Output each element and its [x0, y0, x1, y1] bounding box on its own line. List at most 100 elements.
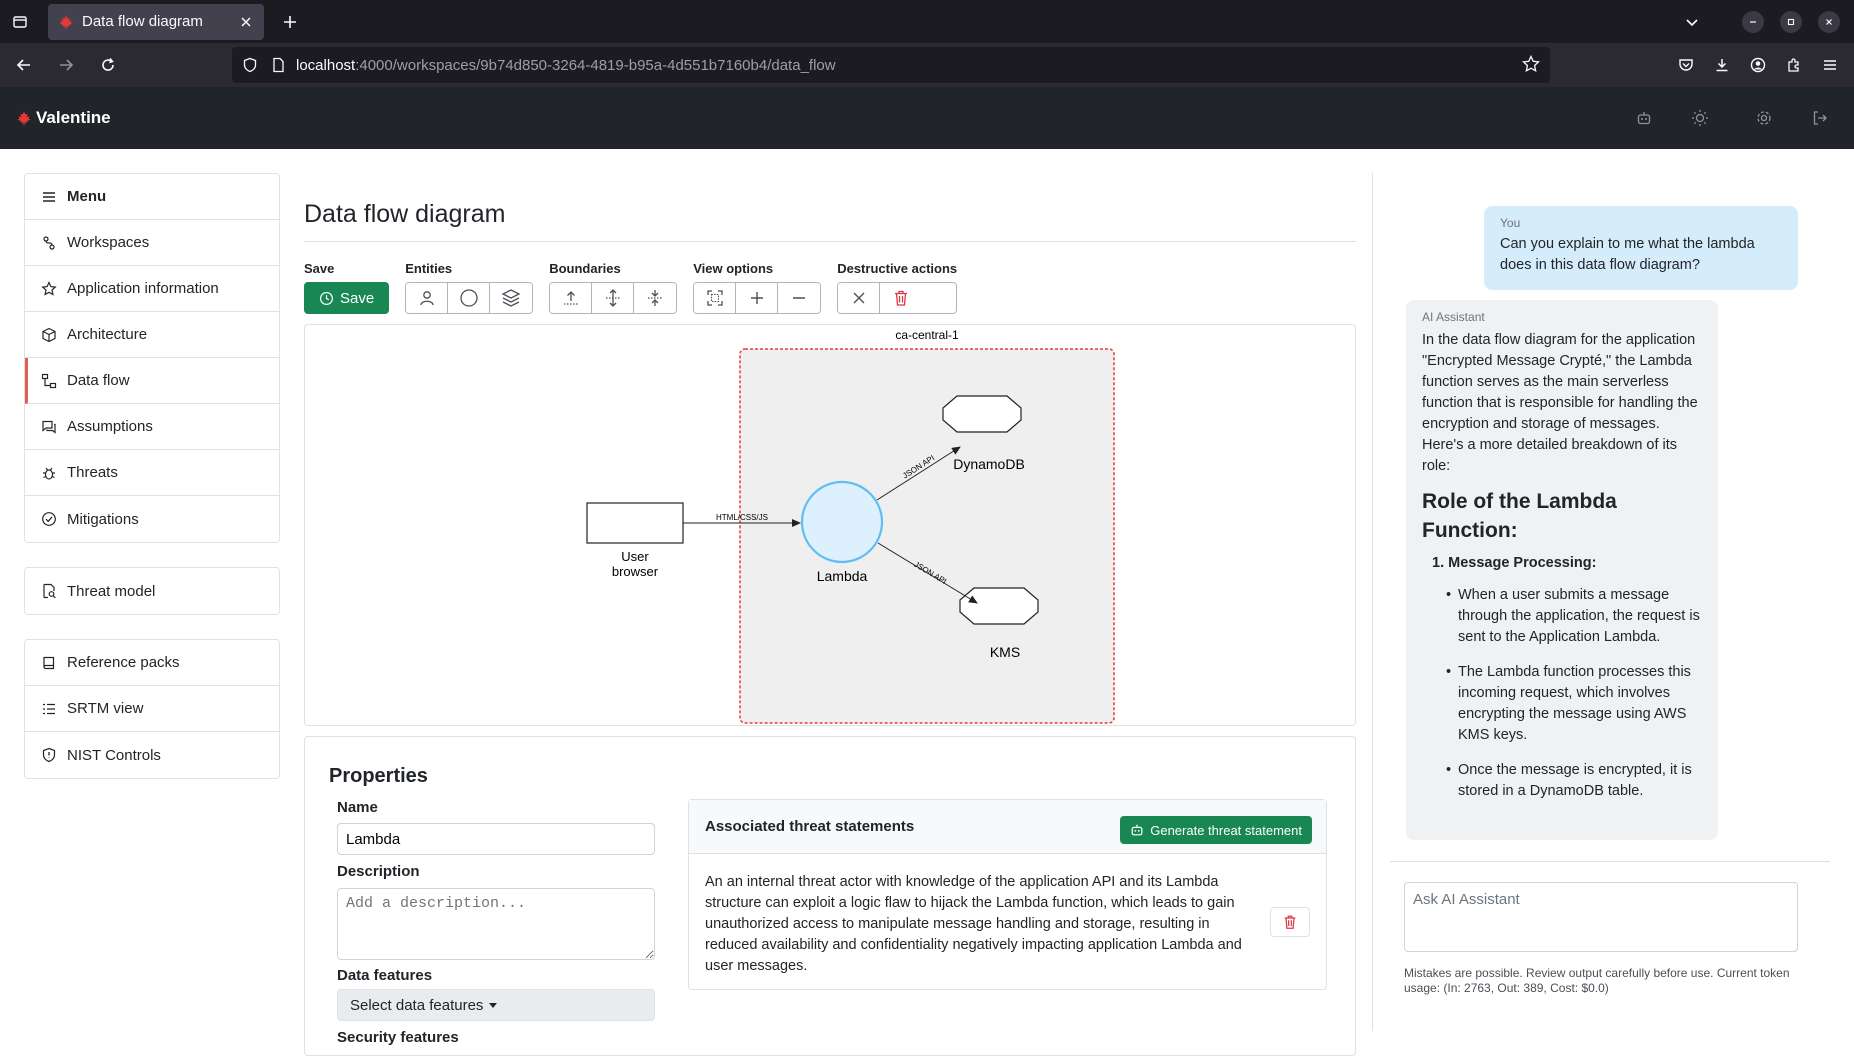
sun-icon[interactable]	[1690, 108, 1710, 128]
entities-group: Entities	[405, 261, 534, 314]
page-icon[interactable]	[270, 57, 286, 73]
route-icon	[41, 235, 57, 251]
sidebar-item-nist-controls[interactable]: NIST Controls	[25, 732, 279, 778]
maple-leaf-icon	[59, 14, 73, 29]
data-features-select-label: Select data features	[350, 996, 484, 1014]
add-datastore-button[interactable]	[490, 283, 533, 313]
sidebar-item-threats[interactable]: Threats	[25, 450, 279, 496]
arrows-collapse-icon	[648, 290, 663, 306]
extensions-icon[interactable]	[1776, 47, 1812, 83]
diagram-canvas[interactable]: ca-central-1 User browser Lambda DynamoD…	[304, 324, 1356, 726]
boundaries-group: Boundaries	[549, 261, 678, 314]
boundary-expand-button[interactable]	[592, 283, 635, 313]
sidebar-item-label: Application information	[67, 280, 219, 297]
address-bar[interactable]: localhost:4000/workspaces/9b74d850-3264-…	[232, 47, 1550, 83]
add-actor-button[interactable]	[406, 283, 449, 313]
actor-user-browser[interactable]	[586, 502, 684, 544]
bookmark-star-icon[interactable]	[1522, 55, 1540, 73]
close-window-icon[interactable]	[1818, 10, 1840, 33]
circle-icon	[460, 289, 478, 307]
boundary-up-button[interactable]	[550, 283, 593, 313]
add-process-button[interactable]	[448, 283, 491, 313]
browser-tab-bar: Data flow diagram	[0, 0, 1854, 43]
threat-statements-card: Associated threat statements Generate th…	[688, 799, 1327, 990]
data-flow-diagram: ca-central-1 User browser Lambda DynamoD…	[586, 328, 1115, 724]
main-menu: Menu Workspaces Application information …	[24, 173, 280, 543]
plus-icon	[750, 292, 763, 304]
description-input[interactable]	[337, 888, 655, 960]
logout-icon[interactable]	[1810, 108, 1830, 128]
zoom-out-button[interactable]	[778, 283, 821, 313]
robot-icon[interactable]	[1634, 108, 1654, 128]
properties-heading: Properties	[329, 765, 428, 787]
user-message: You Can you explain to me what the lambd…	[1484, 206, 1798, 290]
delete-threat-button[interactable]	[1270, 907, 1310, 937]
list-all-tabs-icon[interactable]	[1680, 10, 1704, 34]
hamburger-icon	[41, 189, 57, 205]
process-lambda[interactable]	[800, 480, 884, 564]
gear-icon[interactable]	[1754, 108, 1774, 128]
sidebar-item-data-flow[interactable]: Data flow	[25, 358, 279, 404]
sidebar-item-label: SRTM view	[67, 700, 144, 717]
assistant-message-author: AI Assistant	[1422, 310, 1485, 324]
back-icon[interactable]	[6, 47, 42, 83]
sidebar-item-application-information[interactable]: Application information	[25, 266, 279, 312]
sidebar-item-label: Workspaces	[67, 234, 150, 251]
reload-icon[interactable]	[90, 47, 126, 83]
menu-header[interactable]: Menu	[25, 174, 279, 220]
data-features-label: Data features	[337, 967, 433, 984]
pocket-icon[interactable]	[1668, 47, 1704, 83]
panel-divider	[1372, 173, 1373, 1031]
boundaries-group-label: Boundaries	[549, 261, 621, 276]
trash-icon	[895, 290, 908, 306]
delete-button[interactable]	[880, 283, 923, 313]
new-tab-icon[interactable]	[274, 6, 306, 38]
save-button[interactable]: Save	[304, 282, 390, 314]
zoom-in-button[interactable]	[736, 283, 779, 313]
reference-group: Reference packs SRTM view NIST Controls	[24, 639, 280, 779]
shield-icon[interactable]	[242, 57, 258, 73]
view-options-group: View options	[693, 261, 822, 314]
threat-model-group: Threat model	[24, 567, 280, 615]
menu-icon[interactable]	[1812, 47, 1848, 83]
sidebar-item-reference-packs[interactable]: Reference packs	[25, 640, 279, 686]
sidebar-item-label: Threat model	[67, 582, 156, 600]
process-label: Lambda	[817, 568, 868, 584]
sidebar-item-mitigations[interactable]: Mitigations	[25, 496, 279, 542]
bug-icon	[41, 465, 57, 481]
restore-icon[interactable]	[1780, 10, 1802, 33]
minimize-icon[interactable]	[1742, 10, 1764, 33]
browser-tab[interactable]: Data flow diagram	[48, 3, 264, 40]
trust-boundary[interactable]	[739, 348, 1115, 724]
generate-threat-button[interactable]: Generate threat statement	[1120, 816, 1312, 844]
name-input[interactable]	[337, 823, 655, 855]
star-icon	[41, 280, 57, 297]
sidebar-item-threat-model[interactable]: Threat model	[25, 568, 279, 614]
layers-icon	[501, 289, 521, 307]
data-features-dropdown[interactable]: Select data features	[337, 989, 655, 1021]
datastore-dynamodb[interactable]	[942, 395, 1022, 433]
check-circle-icon	[41, 511, 57, 527]
url-path: :4000/workspaces/9b74d850-3264-4819-b95a…	[355, 56, 836, 74]
sidebar-item-workspaces[interactable]: Workspaces	[25, 220, 279, 266]
downloads-icon[interactable]	[1704, 47, 1740, 83]
boundary-collapse-button[interactable]	[634, 283, 677, 313]
browser-nav-bar: localhost:4000/workspaces/9b74d850-3264-…	[0, 43, 1854, 87]
ask-assistant-input[interactable]: Ask AI Assistant	[1404, 882, 1798, 952]
sidebar-item-label: Architecture	[67, 326, 148, 343]
account-icon[interactable]	[1740, 47, 1776, 83]
sidebar-item-assumptions[interactable]: Assumptions	[25, 404, 279, 450]
list-icon	[41, 701, 57, 717]
deselect-button[interactable]	[838, 283, 881, 313]
generate-threat-label: Generate threat statement	[1150, 822, 1302, 838]
chat-icon	[41, 419, 57, 435]
close-tab-icon[interactable]	[238, 14, 254, 30]
datastore-kms[interactable]	[959, 587, 1039, 625]
sidebar-item-srtm-view[interactable]: SRTM view	[25, 686, 279, 732]
threat-statements-header: Associated threat statements Generate th…	[689, 800, 1326, 854]
tab-list-icon[interactable]	[0, 0, 40, 43]
sidebar-item-architecture[interactable]: Architecture	[25, 312, 279, 358]
brand[interactable]: Valentine	[16, 108, 111, 128]
forward-icon[interactable]	[48, 47, 84, 83]
fit-view-button[interactable]	[694, 283, 737, 313]
